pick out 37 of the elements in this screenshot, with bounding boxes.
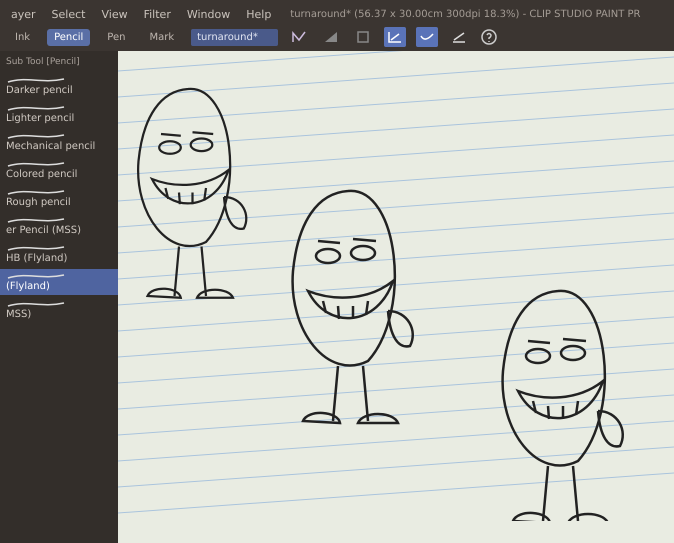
help-icon[interactable] xyxy=(480,28,498,46)
brush-item[interactable]: HB (Flyland) xyxy=(0,241,118,267)
brush-item[interactable]: Colored pencil xyxy=(0,157,118,183)
menu-item[interactable]: View xyxy=(98,6,131,23)
brush-item[interactable]: er Pencil (MSS) xyxy=(0,213,118,239)
brush-item[interactable]: Darker pencil xyxy=(0,73,118,99)
brush-stroke-icon xyxy=(6,244,66,252)
menu-item[interactable]: ayer xyxy=(8,6,39,23)
menu-item[interactable]: Select xyxy=(48,6,88,23)
toolbar-button[interactable] xyxy=(384,27,406,47)
brush-item[interactable]: Mechanical pencil xyxy=(0,129,118,155)
brush-stroke-icon xyxy=(6,132,66,140)
brush-stroke-icon xyxy=(6,160,66,168)
menu-item[interactable]: Help xyxy=(243,6,274,23)
menu-item[interactable]: Filter xyxy=(140,6,174,23)
brush-item[interactable]: Lighter pencil xyxy=(0,101,118,127)
document-dropdown[interactable]: turnaround* xyxy=(191,28,278,46)
brush-item[interactable]: MSS) xyxy=(0,297,118,323)
brush-stroke-icon xyxy=(6,104,66,112)
subtool-tab[interactable]: Pen xyxy=(100,28,132,46)
brush-stroke-icon xyxy=(6,300,66,308)
subtool-tab[interactable]: Mark xyxy=(142,28,182,46)
brush-stroke-icon xyxy=(6,188,66,196)
pen-stroke-icon xyxy=(450,30,467,44)
menu-item[interactable]: Window xyxy=(184,6,234,23)
brush-item[interactable]: (Flyland) xyxy=(0,269,118,295)
square-icon xyxy=(356,30,370,44)
triangle-icon xyxy=(322,30,339,44)
brush-stroke-icon xyxy=(6,272,66,280)
brush-item[interactable]: Rough pencil xyxy=(0,185,118,211)
window-title: turnaround* (56.37 x 30.00cm 300dpi 18.3%) - CLIP STUDIO PAINT PR xyxy=(290,9,641,20)
brush-stroke-icon xyxy=(6,216,66,224)
subtool-tab[interactable]: Ink xyxy=(8,28,38,46)
panel-title: Sub Tool [Pencil] xyxy=(5,57,81,69)
toolbar-button[interactable] xyxy=(416,27,438,47)
subtool-tab[interactable]: Pencil xyxy=(47,28,90,46)
brush-stroke-icon xyxy=(6,76,66,84)
